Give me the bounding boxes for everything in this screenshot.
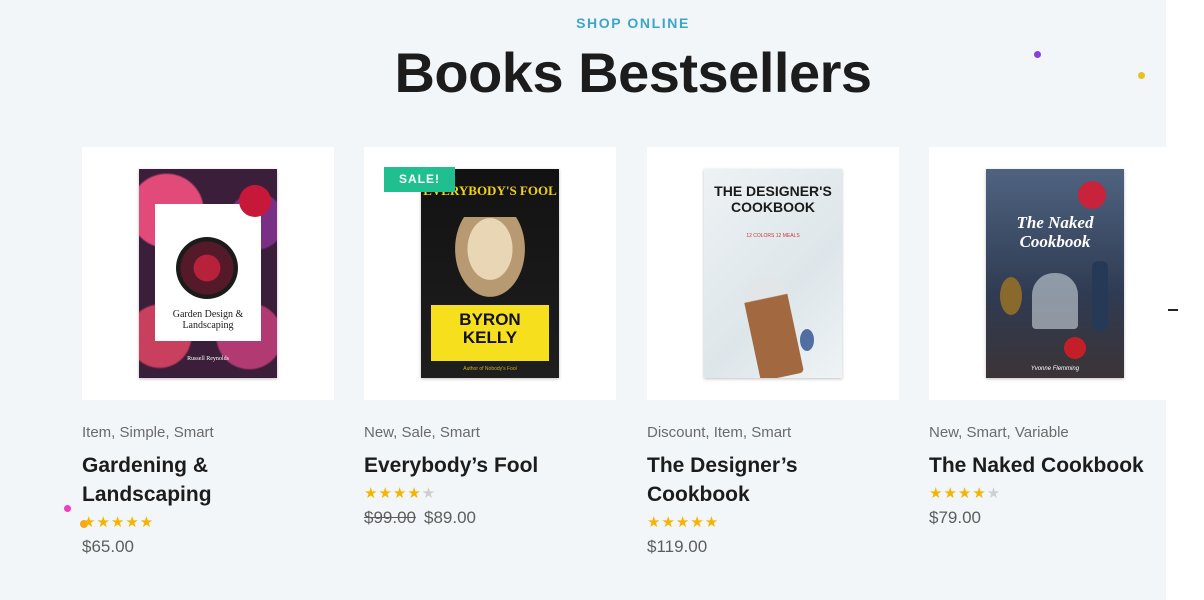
current-price: $119.00 [647,537,708,556]
old-price: $99.00 [364,508,416,527]
current-price: $79.00 [929,508,981,527]
star-rating: ★★★★★ [82,513,334,531]
book-cover-image: THE DESIGNER'S COOKBOOK 12 COLORS 12 MEA… [704,169,842,378]
star-rating: ★★★★★ [364,484,616,502]
product-categories[interactable]: New, Smart, Variable [929,424,1166,441]
star-icon: ★★★★ [364,485,422,502]
product-card[interactable]: Garden Design & Landscaping Russell Reyn… [82,147,334,557]
hand-illustration [739,273,805,378]
product-categories[interactable]: New, Sale, Smart [364,424,616,441]
star-icon: ★★★★ [929,485,987,502]
current-price: $65.00 [82,537,134,556]
section-title: Books Bestsellers [394,41,872,104]
star-icon: ★★★★★ [647,514,720,531]
book-cover-image: The Naked Cookbook Yvonne Flemming [986,169,1124,378]
product-categories[interactable]: Item, Simple, Smart [82,424,334,441]
star-rating: ★★★★★ [929,484,1166,502]
section-eyebrow: SHOP ONLINE [576,15,690,31]
cover-author: Russell Reynolds [187,356,229,362]
cover-badge-seal [1078,181,1106,209]
cover-author: Yvonne Flemming [1030,366,1080,372]
cover-title: THE DESIGNER'S COOKBOOK [714,183,832,215]
product-thumbnail[interactable]: EVERYBODY'S FOOL BYRON KELLY Author of N… [364,147,616,400]
cover-author: BYRON KELLY [459,310,521,347]
cover-title: The Naked Cookbook [1016,213,1094,251]
product-categories[interactable]: Discount, Item, Smart [647,424,899,441]
cover-subtitle: 12 COLORS 12 MEALS [746,233,800,239]
star-rating: ★★★★★ [647,513,899,531]
book-cover-image: Garden Design & Landscaping Russell Reyn… [139,169,277,378]
cover-title: Garden Design & Landscaping [172,309,244,331]
product-title[interactable]: The Naked Cookbook [929,451,1166,480]
cover-tagline: Author of Nobody's Fool [463,366,517,372]
product-thumbnail[interactable]: THE DESIGNER'S COOKBOOK 12 COLORS 12 MEA… [647,147,899,400]
product-title[interactable]: Gardening & Landscaping [82,451,334,509]
product-card[interactable]: The Naked Cookbook Yvonne Flemming New, … [929,147,1166,528]
book-cover-image: EVERYBODY'S FOOL BYRON KELLY Author of N… [421,169,559,378]
product-price: $119.00 [647,537,899,557]
star-icon: ★★★★★ [82,514,155,531]
current-price: $89.00 [424,508,476,527]
sale-badge: SALE! [384,167,455,192]
decor-dot-yellow [1138,72,1145,79]
cover-badge-seal [239,185,271,217]
product-thumbnail[interactable]: Garden Design & Landscaping Russell Reyn… [82,147,334,400]
product-title[interactable]: The Designer’s Cookbook [647,451,899,509]
product-title[interactable]: Everybody’s Fool [364,451,616,480]
product-price: $65.00 [82,537,334,557]
decor-dot-pink [64,505,71,512]
product-card[interactable]: EVERYBODY'S FOOL BYRON KELLY Author of N… [364,147,616,528]
slider-next-arrow[interactable] [1166,300,1204,320]
product-price: $99.00 $89.00 [364,508,616,528]
product-price: $79.00 [929,508,1166,528]
product-thumbnail[interactable]: The Naked Cookbook Yvonne Flemming [929,147,1166,400]
dog-illustration [455,217,525,297]
bestsellers-section: SHOP ONLINE Books Bestsellers Garden Des… [0,0,1166,600]
decor-dot-purple [1034,51,1041,58]
star-empty-icon: ★ [986,485,1002,502]
arrow-right-icon [1168,309,1178,311]
star-empty-icon: ★ [421,485,437,502]
product-card[interactable]: THE DESIGNER'S COOKBOOK 12 COLORS 12 MEA… [647,147,899,557]
